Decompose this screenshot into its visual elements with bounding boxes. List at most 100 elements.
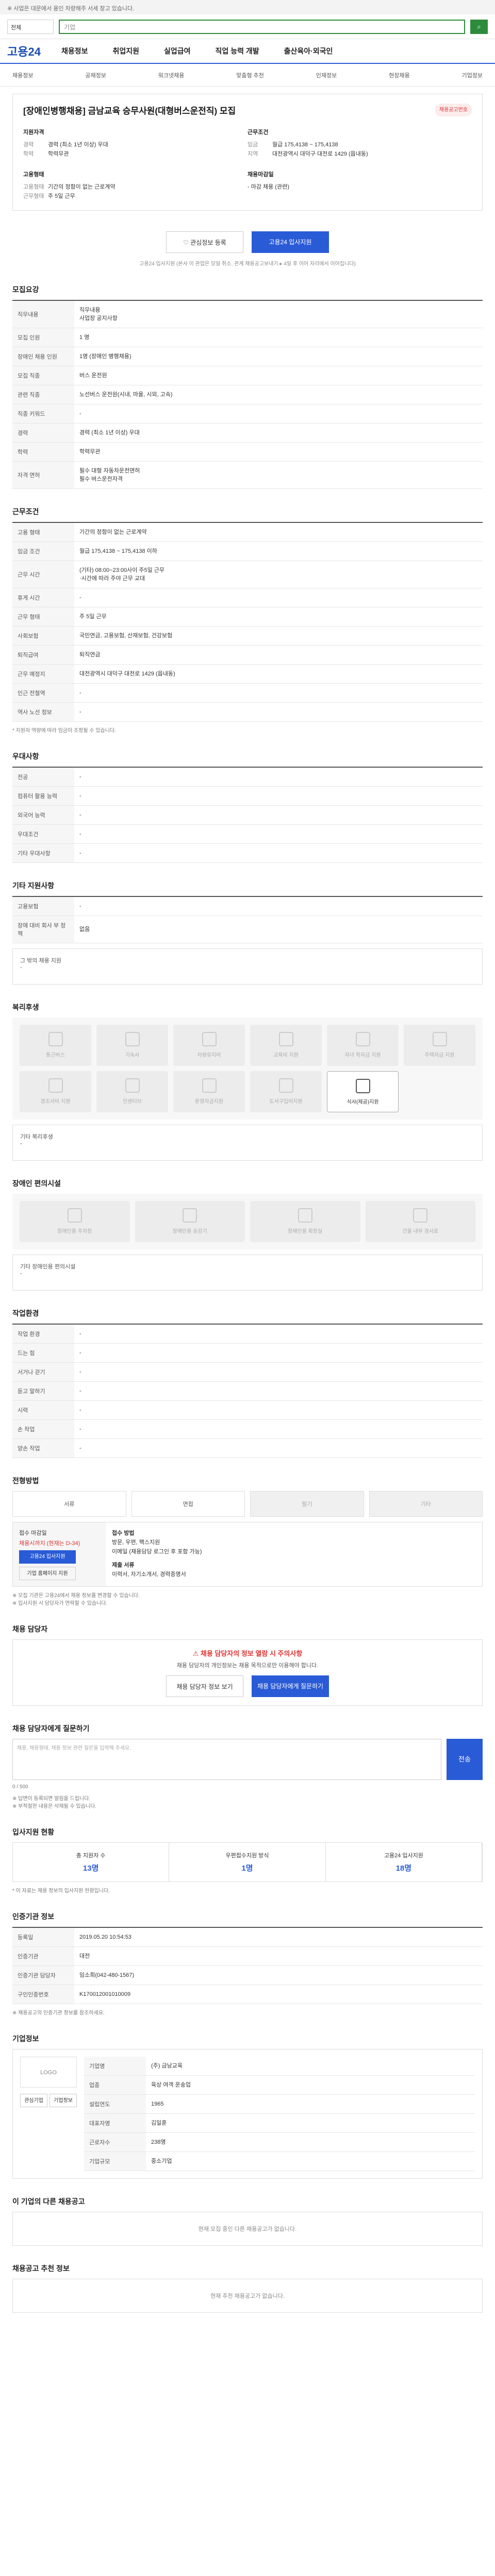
welfare-item: 운영자금지원: [173, 1071, 245, 1112]
sub-item[interactable]: 기업정보: [461, 71, 482, 79]
apply-online-button[interactable]: 고용24 입사지원: [19, 1550, 76, 1564]
apply-homepage-button[interactable]: 기업 홈페이지 지원: [19, 1567, 76, 1580]
table-row: 직무내용 직무내용 사업장 공지사항: [12, 300, 483, 328]
row-value: 직무내용 사업장 공지사항: [74, 300, 483, 328]
row-label: 듣고 말하기: [12, 1381, 74, 1401]
gnb-item-parent[interactable]: 출산육아·외국인: [284, 46, 333, 56]
row-label: 근로자수: [84, 2132, 146, 2152]
recruit-section: 모집요강 직무내용 직무내용 사업장 공지사항 모집 인원 1 명 장애인 채용 인원 1…: [12, 284, 483, 489]
search-category-select[interactable]: 전체: [7, 19, 54, 34]
welfare-item: 도서구입비지원: [250, 1071, 322, 1112]
welfare-label: 차량유지비: [197, 1053, 221, 1058]
follow-company-button[interactable]: 관심기업: [20, 2094, 47, 2107]
sub-item[interactable]: 공채정보: [85, 71, 106, 79]
row-value: 필수 대형 자동차운전면허 필수 버스운전자격: [74, 461, 483, 489]
doc-label: 제출 서류: [112, 1562, 135, 1568]
table-row: 등록일 2019.05.20 10:54:53: [12, 1927, 483, 1947]
welfare-icon: [48, 1032, 63, 1046]
sub-item[interactable]: 현장채용: [389, 71, 409, 79]
interest-button[interactable]: ♡ 관심정보 등록: [166, 231, 243, 253]
gnb-item-benefit[interactable]: 실업급여: [164, 46, 191, 56]
table-row: 모집 인원 1 명: [12, 328, 483, 347]
welfare-icon: [432, 1032, 447, 1046]
env-section: 작업환경 작업 환경 - 드는 힘 - 서거나 걷기 - 듣고 말하기 - 시력 - 손 작업 - 양손…: [12, 1308, 483, 1458]
search-button[interactable]: ⌕: [470, 19, 488, 34]
table-row: 경력 경력 (최소 1년 이상) 우대: [12, 423, 483, 443]
sub-nav: 채용정보 공채정보 워크넷채용 맞춤형 추천 인재정보 현장채용 기업정보: [0, 64, 495, 87]
welfare-label: 교육비 지원: [273, 1053, 299, 1058]
sub-item[interactable]: 맞춤형 추천: [236, 71, 264, 79]
table-row: 학력 학력무관: [12, 442, 483, 462]
sub-item[interactable]: 워크넷채용: [158, 71, 185, 79]
section-title: 우대사항: [12, 752, 39, 760]
section-title: 전형방법: [12, 1477, 39, 1485]
section-title: 장애인 편의시설: [12, 1179, 61, 1188]
gnb-item-support[interactable]: 취업지원: [112, 46, 139, 56]
table-row: 외국어 능력 -: [12, 805, 483, 825]
pref-section: 우대사항 전공 - 컴퓨터 활용 능력 - 외국어 능력 - 우대조건 - 기타 우대사항 -: [12, 751, 483, 863]
top-notice: ※ 사업은 대문에서 용인 차량해주 서세 창고 있습니다.: [0, 0, 495, 14]
table-row: 작업 환경 -: [12, 1324, 483, 1344]
table-row: 근무 시간 (기타) 08:00~23:00사이 주5일 근무 ·시간에 따라 주…: [12, 561, 483, 588]
step-written: 필기: [250, 1491, 364, 1517]
warning-text: 채용 담당자의 개인정보는 채용 목적으로만 이용해야 합니다.: [176, 1663, 319, 1669]
table-row: 임금 조건 월급 175,4138 ~ 175,4138 이하: [12, 541, 483, 561]
section-title: 기업정보: [12, 2035, 39, 2043]
table-row: 사회보험 국민연금, 고용보험, 산재보험, 건강보험: [12, 626, 483, 646]
contact-section: 채용 담당자 ⚠ 채용 담당자의 정보 열람 시 주의사항 채용 담당자의 개인…: [12, 1624, 483, 1706]
global-nav: 고용24 채용정보 취업지원 실업급여 직업 능력 개발 출산육아·외국인: [0, 39, 495, 64]
table-row: 역사 노선 정보 -: [12, 702, 483, 722]
row-value: 김일훈: [146, 2113, 475, 2133]
welfare-label: 주택자금 지원: [424, 1053, 455, 1058]
kv-val: 기간의 정함이 없는 근로계약: [48, 184, 116, 190]
kv-val: 학력무관: [48, 151, 69, 157]
row-label: 시력: [12, 1400, 74, 1420]
alert-icon: ⚠: [192, 1650, 201, 1657]
row-value: 국민연금, 고용보험, 산재보험, 건강보험: [74, 626, 483, 646]
table-row: 컴퓨터 활용 능력 -: [12, 786, 483, 806]
welfare-label: 기숙사: [125, 1053, 140, 1058]
welfare-label: 자녀 학자금 지원: [344, 1053, 381, 1058]
section-title: 이 기업의 다른 채용공고: [12, 2197, 85, 2206]
disab-other: 기타 장애인용 편의시설 -: [12, 1255, 483, 1291]
stat-label: 우편접수지원 방식: [225, 1853, 269, 1859]
row-value: 주 5일 근무: [74, 607, 483, 626]
welfare-section: 복리후생 통근버스 기숙사 차량유지비 교육비 지원 자녀 학자금 지원 주택자금 지원 경…: [12, 1002, 483, 1161]
agency-section: 인증기관 정보 등록일 2019.05.20 10:54:53 인증기관 대전 인증기관…: [12, 1911, 483, 2016]
question-textarea[interactable]: 채용, 채용형태, 채용 정보 관련 질문을 입력해 주세요.: [12, 1739, 441, 1780]
env-table: 작업 환경 - 드는 힘 - 서거나 걷기 - 듣고 말하기 - 시력 - 손 작업 - 양손 작업 -: [12, 1324, 483, 1458]
company-info-button[interactable]: 기업정보: [50, 2094, 77, 2107]
stat-item: 총 지원자 수 13명: [13, 1843, 170, 1882]
section-title: 근무조건: [12, 507, 39, 516]
contact-view-button[interactable]: 채용 담당자 정보 보기: [166, 1675, 243, 1697]
row-label: 서거나 걷기: [12, 1362, 74, 1382]
row-value: (주) 금남교육: [146, 2057, 475, 2076]
kv-val: 경력 (최소 1년 이상) 우대: [48, 142, 108, 148]
search-input[interactable]: 기업: [59, 19, 465, 34]
stat-label: 고용24 입사지원: [384, 1853, 423, 1859]
row-value: 중소기업: [146, 2151, 475, 2171]
table-row: 업종 육상 여객 운송업: [84, 2075, 475, 2095]
table-row: 고용 형태 기간의 정함이 없는 근로계약: [12, 522, 483, 542]
row-label: 외국어 능력: [12, 805, 74, 825]
gnb-item-jobs[interactable]: 채용정보: [61, 46, 88, 56]
row-label: 컴퓨터 활용 능력: [12, 786, 74, 806]
sub-item[interactable]: 채용정보: [12, 71, 33, 79]
gov-extra-label: 그 밖의 채용 지원: [20, 958, 62, 964]
table-row: 장애인 채용 인원 1명 (장애인 병행채용): [12, 347, 483, 366]
row-label: 기업명: [84, 2057, 146, 2076]
table-row: 직종 키워드 -: [12, 404, 483, 423]
row-label: 자격 면허: [12, 461, 74, 489]
site-logo[interactable]: 고용24: [7, 43, 41, 59]
row-label: 인증기관: [12, 1946, 74, 1966]
agency-table: 등록일 2019.05.20 10:54:53 인증기관 대전 인증기관 담당자 임소희(…: [12, 1927, 483, 2004]
welfare-other-label: 기타 복리후생: [20, 1134, 53, 1140]
apply-button[interactable]: 고용24 입사지원: [252, 231, 329, 253]
welfare-icon: [202, 1078, 217, 1093]
question-submit-button[interactable]: 전송: [447, 1739, 483, 1780]
gnb-item-training[interactable]: 직업 능력 개발: [216, 46, 259, 56]
contact-ask-button[interactable]: 채용 담당자에게 질문하기: [252, 1675, 329, 1697]
sub-item[interactable]: 인재정보: [316, 71, 337, 79]
table-row: 모집 직종 버스 운전원: [12, 366, 483, 385]
company-logo: LOGO: [20, 2057, 77, 2088]
